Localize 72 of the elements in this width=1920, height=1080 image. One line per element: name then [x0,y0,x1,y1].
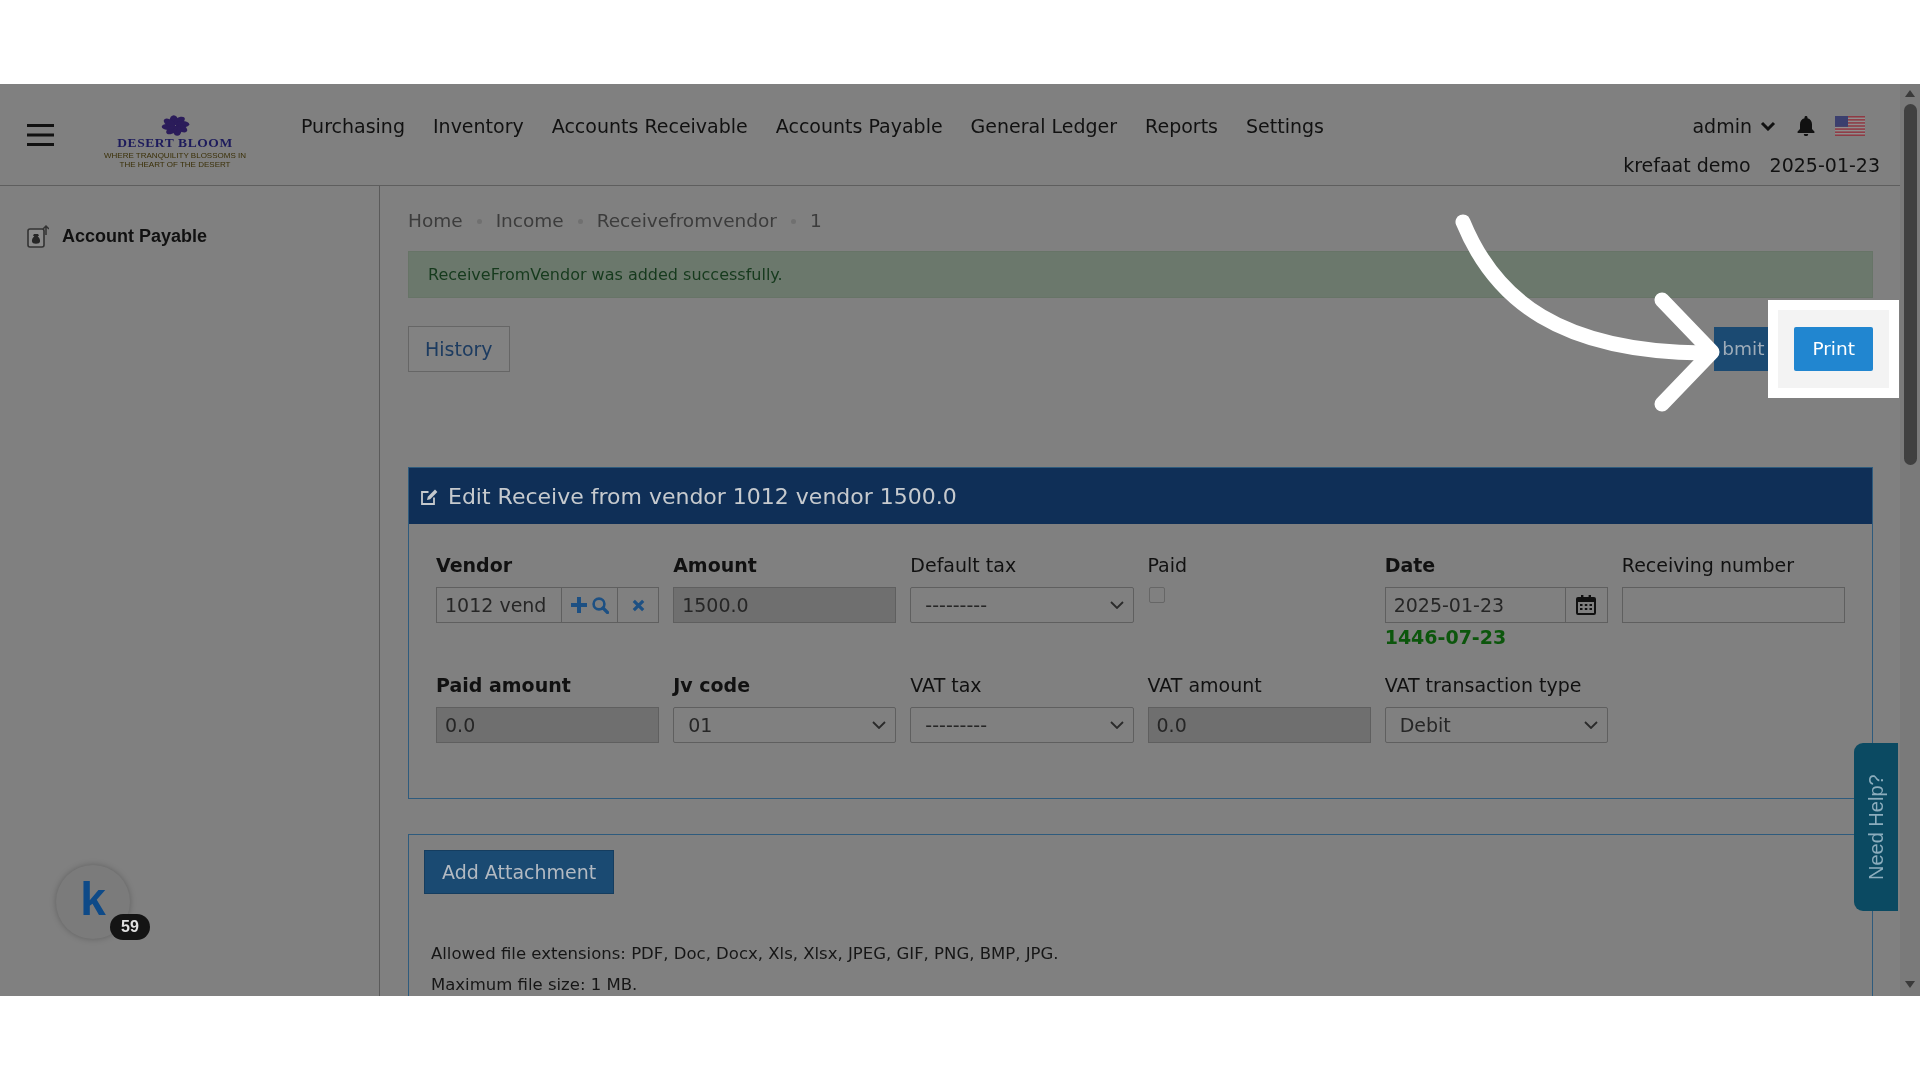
breadcrumb-link[interactable]: Income [495,209,564,233]
nav-link[interactable]: Accounts Payable [775,114,943,138]
nav-link[interactable]: Settings [1246,114,1324,138]
nav-link[interactable]: Inventory [433,114,524,138]
field-label: Paid amount [436,673,572,697]
attachment-note: Allowed file extensions: PDF, Doc, Docx, Xls, Xlsx, JPEG, GIF, PNG, BMP, JPG. [431,944,1060,964]
field-label: Jv code [673,673,752,697]
breadcrumb-link[interactable]: Receivefromvendor [596,209,777,233]
dropdown[interactable]: --------- [910,707,1134,743]
field-label: Date [1384,553,1437,577]
breadcrumb-link[interactable]: Home [408,209,463,233]
search-icon [591,596,609,614]
chevron-down-icon [1109,601,1124,609]
chevron-down-icon [1109,721,1124,729]
scroll-up-icon[interactable] [1905,90,1915,97]
field-label: VAT tax [910,673,983,697]
add-attachment-button[interactable]: Add Attachment [424,850,615,894]
brand-name: DESERT BLOOM [117,137,233,149]
company-name: krefaat demo [1623,153,1751,177]
success-alert: ReceiveFromVendor was added successfully. [408,251,1873,298]
chevron-down-icon [1760,121,1776,131]
date-field[interactable]: 2025-01-23 [1384,587,1566,623]
header-date: 2025-01-23 [1769,153,1880,177]
scrollbar-track[interactable] [1900,84,1920,996]
field-label: Amount [673,553,758,577]
dropdown[interactable]: 01 [673,707,897,743]
moneybag-arrow-icon [27,224,49,248]
attachment-note: Maximum file size: 1 MB. [431,975,639,995]
calendar-icon [1576,595,1597,615]
field-label: Paid [1147,553,1189,577]
text-field[interactable] [1621,587,1845,623]
menu-icon[interactable] [27,124,54,146]
scrollbar-thumb[interactable] [1903,104,1917,465]
field-label: Default tax [910,553,1018,577]
chevron-down-icon [1583,721,1598,729]
print-button[interactable]: Print [1794,327,1873,371]
text-field[interactable]: 0.0 [436,707,660,743]
edit-icon [421,487,438,505]
count-badge: 59 [110,914,150,940]
submit-button[interactable]: bmit [1714,327,1769,371]
chevron-down-icon [872,721,887,729]
user-menu[interactable]: admin [1692,114,1776,138]
plus-icon [570,597,587,613]
clear-button[interactable] [618,587,659,623]
text-field[interactable]: 1500.0 [673,587,897,623]
help-tab[interactable]: Need Help? [1854,743,1898,911]
close-icon [631,598,645,612]
checkbox[interactable] [1148,587,1165,603]
scroll-down-icon[interactable] [1905,981,1915,988]
flag-icon[interactable] [1835,116,1865,136]
field-label: VAT amount [1147,673,1263,697]
history-button[interactable]: History [408,326,510,372]
nav-link[interactable]: Purchasing [301,114,405,138]
brand-tagline: WHERE TRANQUILITY BLOSSOMS IN THE HEART OF THE DESERT [103,151,247,169]
dropdown[interactable]: --------- [910,587,1134,623]
dropdown[interactable]: Debit [1384,707,1608,743]
lookup-button[interactable] [562,587,618,623]
secondary-date: 1446-07-23 [1384,627,1508,647]
field-label: Receiving number [1621,553,1796,577]
breadcrumb-current: 1 [809,209,822,233]
field-label: VAT transaction type [1384,673,1583,697]
sidebar-item[interactable]: Account Payable [27,224,208,248]
form-title: Edit Receive from vendor 1012 vendor 1500.0 [448,482,957,511]
text-field[interactable]: 1012 vend [436,587,562,623]
flower-icon [160,115,190,136]
calendar-button[interactable] [1565,587,1608,623]
nav-link[interactable]: Accounts Receivable [551,114,748,138]
bell-icon[interactable] [1797,116,1815,136]
field-label: Vendor [436,553,514,577]
nav-link[interactable]: General Ledger [970,114,1118,138]
nav-link[interactable]: Reports [1145,114,1218,138]
text-field[interactable]: 0.0 [1147,707,1371,743]
